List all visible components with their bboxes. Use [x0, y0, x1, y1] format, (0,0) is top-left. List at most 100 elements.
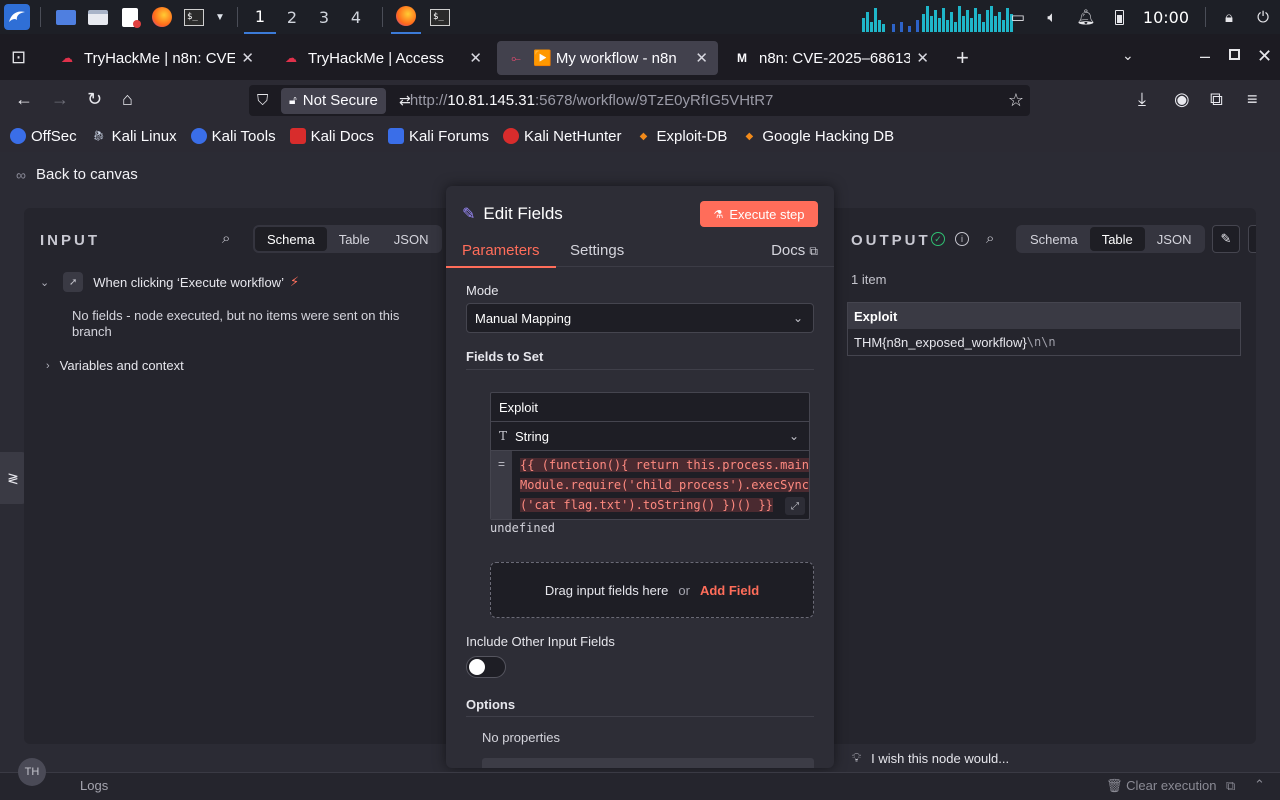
close-tab-icon[interactable]: ✕: [695, 49, 708, 67]
open-expression-editor-icon[interactable]: ⤢: [785, 497, 805, 515]
downloads-icon[interactable]: ⤓: [1138, 89, 1146, 110]
tracking-shield-icon[interactable]: ⛉: [257, 92, 268, 109]
logs-label[interactable]: Logs: [80, 778, 108, 793]
account-icon[interactable]: ◉: [1174, 89, 1190, 110]
bookmark-exploit-db[interactable]: ◆ Exploit-DB: [636, 128, 728, 145]
bookmark-google-hacking-db[interactable]: ◆ Google Hacking DB: [741, 128, 895, 145]
maximize-window-icon[interactable]: [1229, 49, 1240, 60]
expression-code[interactable]: {{ (function(){ return this.process.main…: [512, 451, 809, 519]
close-tab-icon[interactable]: ✕: [469, 49, 482, 67]
url-bar[interactable]: ⛉ 🔓︎ Not Secure ⇄ http://10.81.145.31:56…: [249, 85, 1030, 116]
no-properties-text: No properties: [482, 730, 561, 745]
bookmark-offsec[interactable]: OffSec: [10, 128, 77, 145]
bookmark-kali-forums[interactable]: Kali Forums: [387, 128, 489, 145]
back-to-canvas-link[interactable]: ∞ Back to canvas: [16, 166, 138, 183]
firefox-launcher-icon[interactable]: [149, 4, 175, 30]
cpu-graph-icon: [862, 6, 1013, 32]
back-icon[interactable]: ←: [15, 89, 33, 110]
popout-logs-icon[interactable]: ⧉: [1226, 778, 1235, 794]
drag-fields-dropzone[interactable]: Drag input fields here or Add Field: [490, 562, 814, 618]
reload-icon[interactable]: ↻: [87, 89, 102, 110]
tab-medium-cve[interactable]: M n8n: CVE-2025–68613 — ✕: [723, 41, 939, 75]
edit-output-icon[interactable]: ✎: [1212, 225, 1240, 253]
file-manager-icon[interactable]: [85, 4, 111, 30]
home-icon[interactable]: ⌂: [122, 89, 133, 110]
forward-icon[interactable]: →: [51, 89, 69, 110]
close-tab-icon[interactable]: ✕: [916, 49, 929, 67]
more-actions-icon[interactable]: [1248, 225, 1256, 253]
input-trigger-node[interactable]: ⌄ ➚ When clicking ‘Execute workflow’ ⚡︎: [40, 272, 299, 292]
bookmark-kali-docs[interactable]: Kali Docs: [289, 128, 374, 145]
docs-link[interactable]: Docs ⧉: [771, 242, 818, 259]
firefox-window-icon[interactable]: [391, 0, 421, 34]
terminal-launcher-icon[interactable]: $_: [181, 4, 207, 30]
execute-step-button[interactable]: ⚗ Execute step: [700, 201, 818, 227]
tab-tryhackme-cve[interactable]: ☁ TryHackMe | n8n: CVE-20 ✕: [48, 41, 264, 75]
bookmark-kali-linux[interactable]: 🐉︎ Kali Linux: [91, 128, 176, 145]
output-view-table[interactable]: Table: [1089, 227, 1145, 251]
workspace-1[interactable]: 1: [244, 0, 276, 34]
tab-overview-icon[interactable]: ⊡: [11, 47, 26, 68]
field-type-select[interactable]: T String ⌄: [491, 422, 809, 451]
workspace-2[interactable]: 2: [276, 0, 308, 34]
input-search-icon[interactable]: ⌕: [222, 230, 230, 247]
bookmark-star-icon[interactable]: ☆: [1008, 90, 1024, 111]
add-field-button[interactable]: Add Field: [700, 583, 759, 598]
launcher-dropdown-icon[interactable]: ▼: [213, 4, 227, 30]
input-view-table[interactable]: Table: [327, 227, 382, 251]
tryhackme-icon: ☁: [285, 51, 297, 65]
close-window-icon[interactable]: ✕: [1257, 46, 1272, 67]
info-icon[interactable]: i: [955, 232, 969, 246]
workspace-4[interactable]: 4: [340, 0, 372, 34]
clear-execution-button[interactable]: 🗑︎ Clear execution: [1106, 778, 1216, 794]
list-all-tabs-icon[interactable]: ⌄: [1122, 47, 1134, 64]
mode-value: Manual Mapping: [475, 310, 572, 326]
not-secure-badge[interactable]: 🔓︎ Not Secure: [281, 87, 386, 114]
battery-icon[interactable]: [1103, 9, 1137, 25]
output-view-schema[interactable]: Schema: [1018, 227, 1090, 251]
variables-and-context[interactable]: › Variables and context: [46, 358, 184, 373]
new-tab-icon[interactable]: +: [956, 45, 969, 71]
field-expression-editor[interactable]: = {{ (function(){ return this.process.ma…: [491, 451, 809, 519]
input-view-schema[interactable]: Schema: [255, 227, 327, 251]
input-view-json[interactable]: JSON: [382, 227, 441, 251]
show-desktop-icon[interactable]: [53, 4, 79, 30]
close-tab-icon[interactable]: ✕: [241, 49, 254, 67]
app-menu-icon[interactable]: ≡: [1247, 89, 1258, 110]
tab-tryhackme-access[interactable]: ☁ TryHackMe | Access ✕: [272, 41, 492, 75]
extensions-icon[interactable]: ⧉: [1210, 89, 1223, 110]
tab-title: TryHackMe | n8n: CVE-20: [84, 49, 236, 67]
side-collapse-icon[interactable]: ≷: [0, 452, 26, 504]
bookmark-kali-nethunter[interactable]: Kali NetHunter: [502, 128, 622, 145]
add-option-button[interactable]: [482, 758, 814, 768]
text-editor-icon[interactable]: [117, 4, 143, 30]
lock-screen-icon[interactable]: 🔒︎: [1212, 9, 1246, 26]
tab-settings[interactable]: Settings: [570, 242, 624, 259]
display-icon[interactable]: ▭: [1001, 8, 1035, 26]
output-search-icon[interactable]: ⌕: [986, 230, 994, 247]
power-icon[interactable]: ⏻: [1246, 9, 1280, 26]
workspace-3[interactable]: 3: [308, 0, 340, 34]
tab-title: TryHackMe | Access: [308, 49, 444, 67]
url-text[interactable]: http://10.81.145.31:5678/workflow/9TzE0y…: [410, 92, 774, 109]
output-cell[interactable]: THM{n8n_exposed_workflow} \n\n: [848, 329, 1240, 355]
bookmark-kali-tools[interactable]: Kali Tools: [190, 128, 276, 145]
terminal-window-icon[interactable]: $_: [427, 4, 453, 30]
avatar[interactable]: TH: [18, 758, 46, 786]
permissions-icon[interactable]: ⇄: [399, 92, 411, 109]
node-title[interactable]: Edit Fields: [483, 204, 562, 224]
tab-parameters[interactable]: Parameters: [446, 242, 556, 268]
output-view-json[interactable]: JSON: [1145, 227, 1204, 251]
tab-my-workflow[interactable]: ⟜ ▶️ My workflow - n8n ✕: [497, 41, 718, 75]
clock[interactable]: 10:00: [1143, 8, 1189, 27]
volume-icon[interactable]: 🔈︎: [1035, 9, 1069, 26]
panel-separator: [1205, 7, 1206, 27]
notifications-icon[interactable]: 🔔︎: [1069, 8, 1103, 26]
field-name-input[interactable]: Exploit: [491, 393, 809, 422]
mode-select[interactable]: Manual Mapping ⌄: [466, 303, 814, 333]
minimize-window-icon[interactable]: –: [1200, 46, 1210, 67]
include-other-toggle[interactable]: [466, 656, 506, 678]
kali-menu-icon[interactable]: [4, 4, 30, 30]
feedback-prompt[interactable]: 💡︎ I wish this node would...: [852, 750, 1009, 766]
chevron-up-icon[interactable]: ⌃: [1254, 777, 1265, 793]
